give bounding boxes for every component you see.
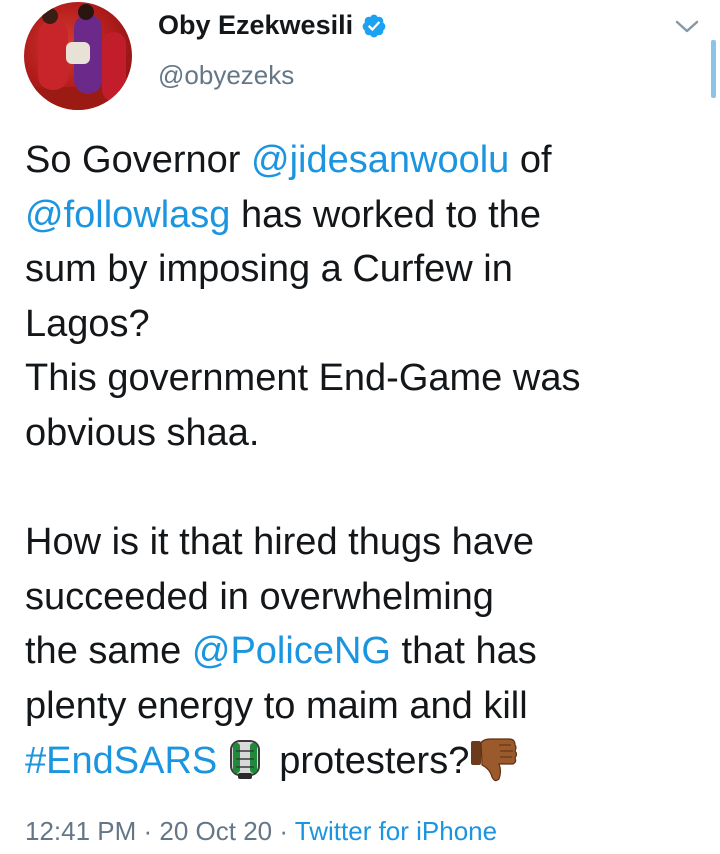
name-row: Oby Ezekwesili — [158, 10, 387, 41]
mention-link[interactable]: @jidesanwoolu — [251, 139, 509, 181]
tweet-line: the same @PoliceNG that has — [25, 630, 537, 673]
tweet-text: So Governor @jidesanwoolu of @followlasg… — [25, 133, 705, 788]
tweet-date[interactable]: 20 Oct 20 — [159, 816, 272, 846]
user-handle[interactable]: @obyezeks — [158, 60, 294, 91]
tweet-line: This government End-Game was — [25, 357, 581, 400]
thumbs-down-emoji-icon — [471, 737, 518, 781]
raised-fist-emoji-icon — [230, 739, 261, 779]
tweet-time[interactable]: 12:41 PM — [25, 816, 136, 846]
tweet-line: obvious shaa. — [25, 411, 260, 454]
chevron-down-icon[interactable] — [672, 16, 702, 38]
tweet-line: plenty energy to maim and kill — [25, 684, 528, 727]
tweet-source-link[interactable]: Twitter for iPhone — [295, 816, 497, 846]
verified-badge-icon — [362, 14, 386, 37]
tweet-line: sum by imposing a Curfew in — [25, 248, 513, 291]
tweet-line: Lagos? — [25, 302, 150, 345]
tweet-line: @followlasg has worked to the — [25, 193, 541, 236]
tweet-header: Oby Ezekwesili @obyezeks — [0, 0, 720, 120]
tweet-line: #EndSARS protesters? — [25, 734, 705, 789]
mention-link[interactable]: @followlasg — [25, 194, 230, 236]
mention-link[interactable]: @PoliceNG — [192, 630, 391, 672]
avatar[interactable] — [24, 2, 132, 110]
tweet-line: So Governor @jidesanwoolu of — [25, 139, 552, 181]
display-name[interactable]: Oby Ezekwesili — [158, 10, 353, 41]
hashtag-link[interactable]: #EndSARS — [25, 740, 217, 782]
scrollbar[interactable] — [711, 40, 716, 98]
tweet-meta: 12:41 PM · 20 Oct 20 · Twitter for iPhon… — [25, 816, 498, 846]
tweet-line: How is it that hired thugs have — [25, 521, 535, 564]
tweet-line: succeeded in overwhelming — [25, 575, 494, 618]
